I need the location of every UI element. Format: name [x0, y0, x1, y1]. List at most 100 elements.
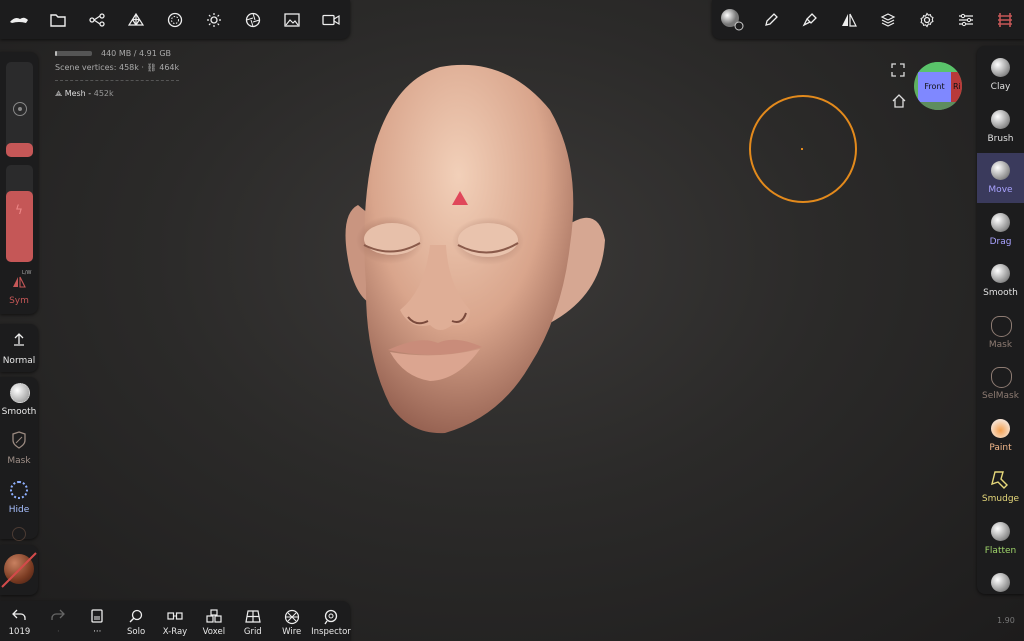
symmetry-icon — [841, 13, 857, 27]
view-cube[interactable]: Front Ri — [914, 62, 962, 110]
voxel-cubes-icon — [206, 609, 222, 623]
scene-button[interactable] — [78, 0, 117, 39]
video-camera-icon — [321, 14, 340, 25]
layers-button[interactable] — [868, 0, 907, 39]
normal-panel[interactable]: Normal — [0, 324, 38, 372]
brush-cursor-ring — [749, 95, 857, 203]
background-button[interactable] — [272, 0, 311, 39]
interface-settings-button[interactable] — [946, 0, 985, 39]
object-settings-button[interactable]: ··· — [78, 601, 117, 641]
material-sphere-icon — [167, 12, 183, 27]
folder-icon — [50, 13, 67, 27]
tool-flatten-button[interactable]: Flatten — [977, 514, 1024, 564]
lighting-button[interactable] — [194, 0, 233, 39]
tool-label: Smooth — [983, 288, 1018, 298]
tool-label: Move — [988, 185, 1013, 195]
memory-bar-fill — [55, 51, 57, 56]
radius-icon — [13, 102, 27, 116]
tool-sphere-icon — [720, 8, 743, 30]
tool-sphere-icon — [991, 521, 1010, 541]
symmetry-toggle[interactable]: L/W Sym — [0, 268, 38, 308]
red-mode-button[interactable] — [985, 0, 1024, 39]
brush-settings-panel: ϟ L/W Sym — [0, 52, 38, 314]
gear-icon — [919, 12, 934, 27]
quick-smooth-button[interactable]: Smooth — [0, 377, 38, 425]
xray-button[interactable]: X-Ray — [156, 601, 195, 641]
wire-button[interactable]: Wire — [272, 601, 311, 641]
quick-tools-panel: Smooth Mask Hide — [0, 377, 38, 541]
quick-mask-label: Mask — [7, 456, 31, 466]
undo-count: 1019 — [8, 627, 31, 637]
tool-sphere-icon — [991, 212, 1010, 232]
tool-sphere-icon — [991, 470, 1010, 489]
topology-button[interactable] — [117, 0, 156, 39]
tool-more-button[interactable] — [977, 565, 1024, 615]
settings-button[interactable] — [907, 0, 946, 39]
painting-button[interactable] — [790, 0, 829, 39]
tool-drag-button[interactable]: Drag — [977, 205, 1024, 255]
sliders-icon — [958, 13, 973, 26]
grid-icon — [245, 610, 261, 623]
mesh-icon: ⟁ — [55, 89, 63, 98]
sun-icon — [206, 12, 221, 27]
radius-slider-fill — [6, 142, 33, 157]
scene-faces-value: 464k — [159, 63, 180, 72]
scene-graph-icon — [89, 12, 105, 27]
brush-tool-menu-button[interactable] — [712, 0, 751, 39]
tool-mask-button[interactable]: Mask — [977, 308, 1024, 358]
sculpt-viewport-mesh[interactable] — [330, 55, 620, 445]
redo-button[interactable]: · — [39, 601, 78, 641]
inspector-icon — [324, 609, 337, 625]
tool-sphere-icon — [991, 573, 1010, 592]
material-button[interactable] — [156, 0, 195, 39]
home-view-button[interactable] — [892, 94, 908, 110]
quick-hide-button[interactable]: Hide — [0, 477, 38, 525]
symmetry-tag: L/W — [22, 270, 32, 276]
tool-sphere-icon — [991, 367, 1012, 388]
link-icon: ⛓ — [146, 63, 157, 72]
radius-slider[interactable] — [6, 62, 33, 157]
intensity-slider-fill — [6, 191, 33, 262]
tool-selmask-button[interactable]: SelMask — [977, 359, 1024, 409]
mask-shield-icon — [12, 431, 26, 449]
memory-usage: 440 MB / 4.91 GB — [101, 49, 172, 58]
inspector-button[interactable]: Inspector — [311, 601, 351, 641]
tool-sphere-icon — [991, 161, 1010, 180]
tool-sphere-icon — [991, 109, 1010, 129]
postprocess-button[interactable] — [233, 0, 272, 39]
inspector-label: Inspector — [311, 627, 351, 637]
tool-smooth-button[interactable]: Smooth — [977, 256, 1024, 306]
grid-button[interactable]: Grid — [233, 601, 272, 641]
version-label: 1.90 — [997, 616, 1015, 625]
tool-brush-button[interactable]: Brush — [977, 102, 1024, 152]
mesh-count: 452k — [93, 89, 114, 98]
tool-label: Mask — [988, 339, 1013, 350]
symmetry-button[interactable] — [829, 0, 868, 39]
voxel-button[interactable]: Voxel — [194, 601, 233, 641]
tool-move-button[interactable]: Move — [977, 153, 1024, 203]
solo-button[interactable]: Solo — [117, 601, 156, 641]
redo-icon — [51, 609, 66, 620]
stroke-button[interactable] — [751, 0, 790, 39]
camera-button[interactable] — [311, 0, 350, 39]
files-button[interactable] — [39, 0, 78, 39]
xray-label: X-Ray — [162, 627, 188, 637]
tool-smudge-button[interactable]: Smudge — [977, 462, 1024, 512]
intensity-slider[interactable]: ϟ — [6, 165, 33, 262]
object-more-icon: ··· — [93, 627, 102, 637]
scene-vertices: Scene vertices: 458k · ⛓ 464k — [55, 63, 180, 72]
material-panel[interactable] — [0, 545, 38, 595]
tool-clay-button[interactable]: Clay — [977, 50, 1024, 100]
quick-mask-button[interactable]: Mask — [0, 427, 38, 475]
mesh-entry[interactable]: ⟁ Mesh - 452k — [55, 89, 114, 99]
tool-paint-button[interactable]: Paint — [977, 411, 1024, 461]
fullscreen-button[interactable] — [891, 63, 907, 79]
nomad-logo-button[interactable] — [0, 0, 39, 39]
symmetry-label: Sym — [9, 296, 29, 306]
bottom-toolbar: 1019 · ··· Solo X-Ray Voxel Grid Wire In… — [0, 601, 351, 641]
pencil-icon — [764, 12, 778, 26]
scene-vertices-value: 458k — [118, 63, 139, 72]
undo-button[interactable]: 1019 — [0, 601, 39, 641]
upload-arrow-icon — [14, 333, 24, 346]
tool-label: Drag — [989, 236, 1012, 247]
